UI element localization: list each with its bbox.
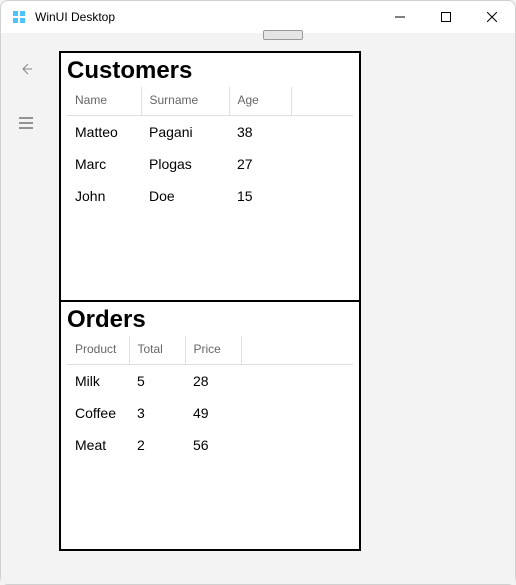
orders-heading: Orders — [67, 306, 353, 334]
window-title: WinUI Desktop — [35, 10, 377, 24]
col-age[interactable]: Age — [229, 87, 291, 116]
cell-age: 15 — [229, 180, 291, 212]
cell-price: 56 — [185, 429, 241, 461]
cell-product: Milk — [67, 365, 129, 398]
maximize-button[interactable] — [423, 1, 469, 33]
table-row[interactable]: John Doe 15 — [67, 180, 353, 212]
table-row[interactable]: Milk 5 28 — [67, 365, 353, 398]
customers-header-row: Name Surname Age — [67, 87, 353, 116]
col-product[interactable]: Product — [67, 336, 129, 365]
cell-total: 2 — [129, 429, 185, 461]
cell-surname: Plogas — [141, 148, 229, 180]
orders-grid[interactable]: Product Total Price Milk 5 28 — [67, 336, 353, 461]
cell-age: 27 — [229, 148, 291, 180]
app-window: WinUI Desktop — [0, 0, 516, 585]
cell-product: Meat — [67, 429, 129, 461]
cell-age: 38 — [229, 116, 291, 149]
data-panel: Customers Name Surname Age — [59, 51, 361, 551]
cell-name: Marc — [67, 148, 141, 180]
cell-name: John — [67, 180, 141, 212]
col-surname[interactable]: Surname — [141, 87, 229, 116]
table-row[interactable]: Marc Plogas 27 — [67, 148, 353, 180]
client-area: Customers Name Surname Age — [1, 33, 515, 584]
cell-total: 5 — [129, 365, 185, 398]
close-button[interactable] — [469, 1, 515, 33]
col-total[interactable]: Total — [129, 336, 185, 365]
orders-header-row: Product Total Price — [67, 336, 353, 365]
cell-product: Coffee — [67, 397, 129, 429]
cell-total: 3 — [129, 397, 185, 429]
drag-handle-icon[interactable] — [263, 30, 303, 40]
cell-surname: Pagani — [141, 116, 229, 149]
cell-surname: Doe — [141, 180, 229, 212]
titlebar: WinUI Desktop — [1, 1, 515, 33]
col-name[interactable]: Name — [67, 87, 141, 116]
customers-grid[interactable]: Name Surname Age Matteo Pagani 38 — [67, 87, 353, 212]
col-blank — [241, 336, 353, 365]
col-blank — [291, 87, 353, 116]
hamburger-button[interactable] — [6, 105, 46, 141]
cell-name: Matteo — [67, 116, 141, 149]
customers-section: Customers Name Surname Age — [61, 53, 359, 300]
table-row[interactable]: Matteo Pagani 38 — [67, 116, 353, 149]
table-row[interactable]: Meat 2 56 — [67, 429, 353, 461]
cell-price: 49 — [185, 397, 241, 429]
content-area: Customers Name Surname Age — [51, 33, 515, 584]
col-price[interactable]: Price — [185, 336, 241, 365]
table-row[interactable]: Coffee 3 49 — [67, 397, 353, 429]
cell-price: 28 — [185, 365, 241, 398]
minimize-button[interactable] — [377, 1, 423, 33]
back-button[interactable] — [6, 51, 46, 87]
nav-column — [1, 33, 51, 584]
orders-section: Orders Product Total Price — [61, 300, 359, 549]
window-controls — [377, 1, 515, 33]
app-icon — [11, 9, 27, 25]
customers-heading: Customers — [67, 57, 353, 85]
